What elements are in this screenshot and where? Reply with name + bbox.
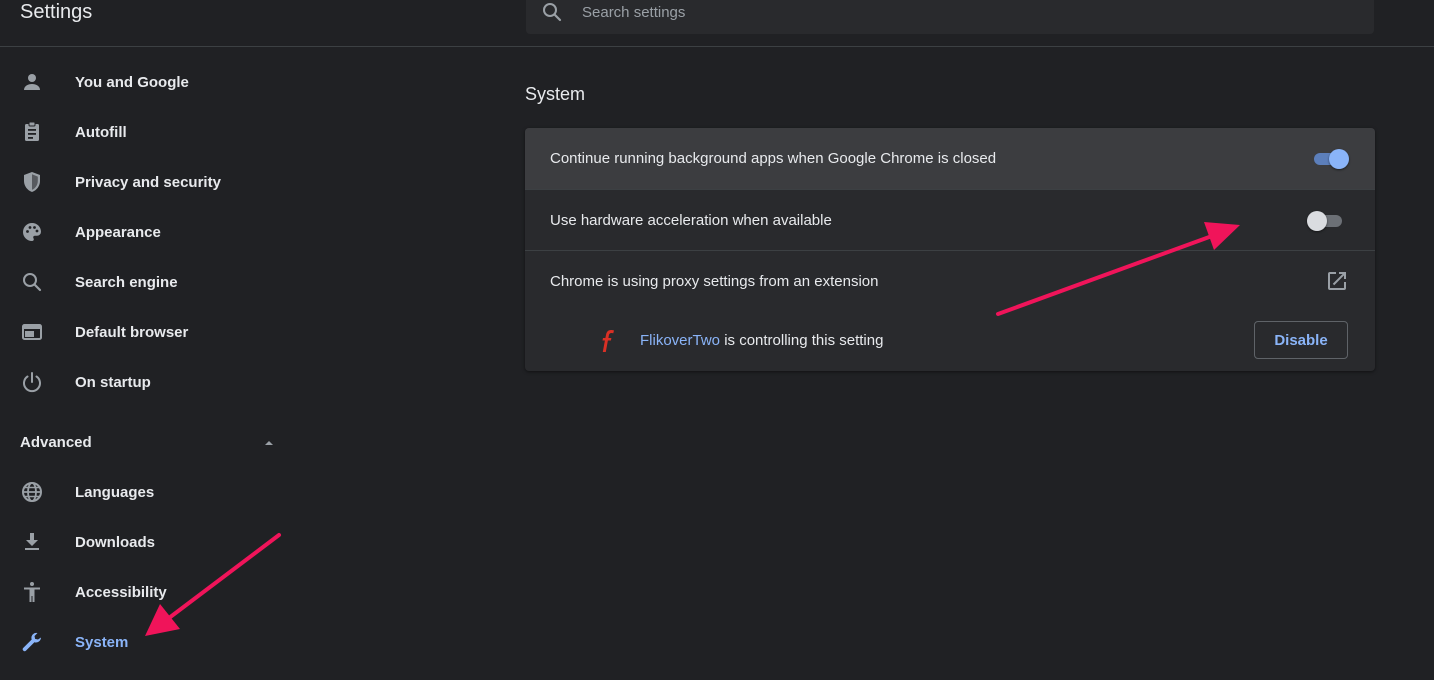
sidebar-item-label: Appearance bbox=[75, 223, 161, 241]
setting-background-apps[interactable]: Continue running background apps when Go… bbox=[525, 128, 1375, 189]
hardware-acceleration-toggle[interactable] bbox=[1307, 211, 1343, 231]
disable-button[interactable]: Disable bbox=[1254, 321, 1348, 359]
open-in-new-icon[interactable] bbox=[1325, 269, 1349, 293]
sidebar: You and Google Autofill Privacy and secu… bbox=[0, 47, 300, 680]
sidebar-item-accessibility[interactable]: Accessibility bbox=[0, 567, 300, 617]
sidebar-item-you-and-google[interactable]: You and Google bbox=[0, 57, 300, 107]
sidebar-item-label: Search engine bbox=[75, 273, 178, 291]
sidebar-item-appearance[interactable]: Appearance bbox=[0, 207, 300, 257]
accessibility-icon bbox=[24, 582, 40, 602]
wrench-icon bbox=[22, 632, 41, 652]
sidebar-item-label: On startup bbox=[75, 373, 151, 391]
sidebar-item-label: Accessibility bbox=[75, 583, 167, 601]
sidebar-item-on-startup[interactable]: On startup bbox=[0, 357, 300, 407]
sidebar-item-label: System bbox=[75, 633, 129, 651]
sidebar-item-label: Default browser bbox=[75, 323, 189, 341]
palette-icon bbox=[23, 223, 41, 241]
toggle-knob bbox=[1307, 211, 1327, 231]
search-input[interactable] bbox=[582, 0, 1342, 24]
search-icon bbox=[543, 3, 562, 22]
sidebar-item-languages[interactable]: Languages bbox=[0, 467, 300, 517]
extension-logo-icon bbox=[602, 330, 614, 352]
download-icon bbox=[25, 533, 39, 550]
advanced-label: Advanced bbox=[20, 433, 92, 451]
setting-label: Continue running background apps when Go… bbox=[550, 150, 997, 167]
sidebar-item-downloads[interactable]: Downloads bbox=[0, 517, 300, 567]
sidebar-item-autofill[interactable]: Autofill bbox=[0, 107, 300, 157]
sidebar-item-label: You and Google bbox=[75, 73, 189, 91]
sidebar-item-privacy[interactable]: Privacy and security bbox=[0, 157, 300, 207]
extension-control-text: FlikoverTwo is controlling this setting bbox=[640, 332, 883, 349]
sidebar-item-search-engine[interactable]: Search engine bbox=[0, 257, 300, 307]
person-icon bbox=[24, 74, 40, 90]
extension-link[interactable]: FlikoverTwo bbox=[640, 332, 720, 349]
browser-window-icon bbox=[22, 324, 42, 340]
power-icon bbox=[23, 372, 41, 393]
clipboard-icon bbox=[25, 121, 39, 141]
page-title: Settings bbox=[20, 1, 93, 23]
chevron-up-icon bbox=[265, 441, 273, 445]
shield-icon bbox=[24, 172, 40, 192]
sidebar-item-label: Downloads bbox=[75, 533, 156, 551]
sidebar-item-system[interactable]: System bbox=[0, 617, 300, 667]
advanced-toggle[interactable]: Advanced bbox=[0, 420, 300, 464]
search-icon bbox=[23, 273, 42, 292]
extension-control-row: FlikoverTwo is controlling this setting … bbox=[525, 311, 1375, 371]
section-title: System bbox=[525, 84, 586, 104]
setting-label: Chrome is using proxy settings from an e… bbox=[550, 273, 879, 290]
background-apps-toggle[interactable] bbox=[1311, 149, 1349, 169]
toggle-knob bbox=[1329, 149, 1349, 169]
setting-hardware-acceleration[interactable]: Use hardware acceleration when available bbox=[525, 189, 1375, 251]
sidebar-item-label: Privacy and security bbox=[75, 173, 221, 191]
globe-icon bbox=[22, 482, 42, 502]
sidebar-item-label: Autofill bbox=[75, 123, 127, 141]
sidebar-item-default-browser[interactable]: Default browser bbox=[0, 307, 300, 357]
extension-control-suffix: is controlling this setting bbox=[720, 332, 884, 349]
system-settings-card: Continue running background apps when Go… bbox=[525, 128, 1375, 371]
sidebar-item-label: Languages bbox=[75, 483, 155, 501]
header: Settings bbox=[0, 0, 1434, 47]
setting-proxy[interactable]: Chrome is using proxy settings from an e… bbox=[525, 250, 1375, 312]
search-box[interactable] bbox=[526, 0, 1374, 34]
setting-label: Use hardware acceleration when available bbox=[550, 212, 832, 229]
